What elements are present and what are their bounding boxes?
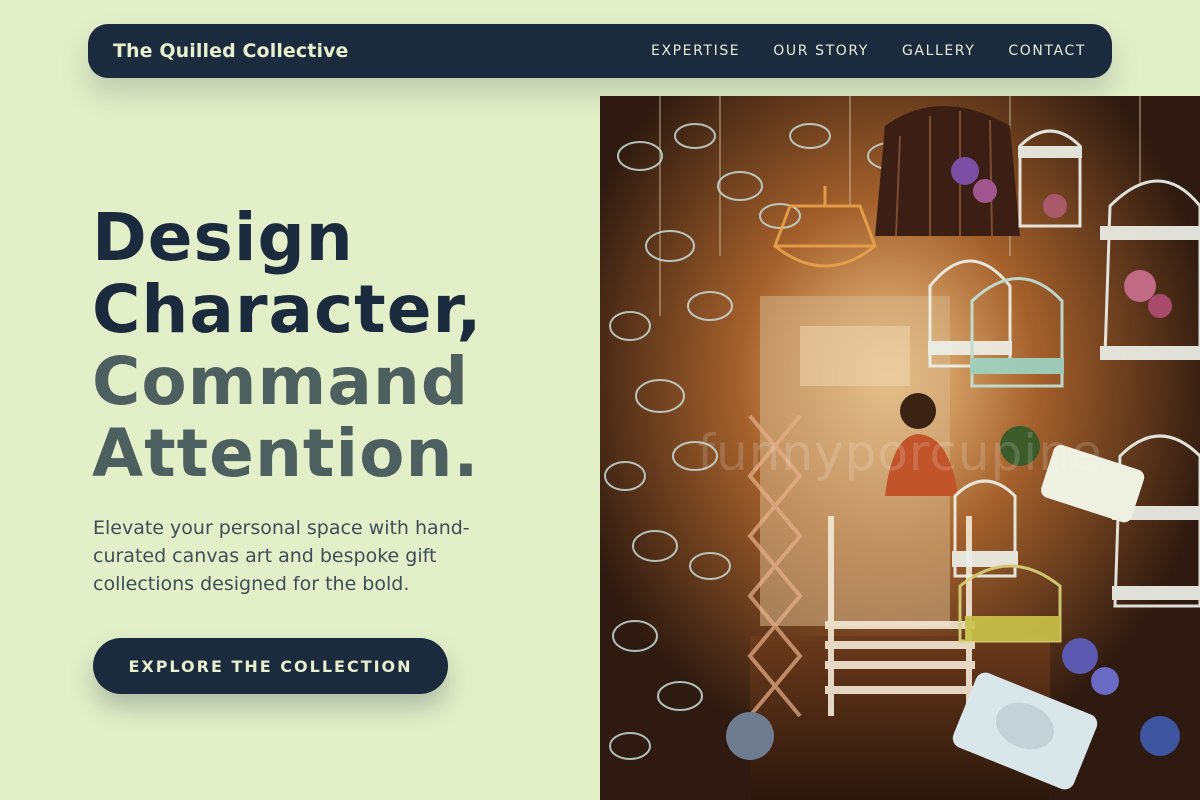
nav-link-our-story[interactable]: OUR STORY [773,43,869,59]
photo-watermark: funnyporcupine [697,424,1103,482]
hero-title: Design Character, Command Attention. [92,202,482,490]
top-navbar: The Quilled Collective EXPERTISE OUR STO… [88,24,1112,78]
hero-title-line-4: Attention. [92,415,480,492]
hero-title-line-2: Character, [92,271,483,348]
hero-photo-birdcages: funnyporcupine [600,96,1200,800]
nav-link-contact[interactable]: CONTACT [1008,43,1086,59]
hero-title-line-3: Command [92,343,470,420]
nav-link-expertise[interactable]: EXPERTISE [651,43,740,59]
hero-subtitle: Elevate your personal space with hand-cu… [93,517,470,595]
nav-links: EXPERTISE OUR STORY GALLERY CONTACT [651,43,1086,59]
brand-logo[interactable]: The Quilled Collective [113,40,349,62]
explore-collection-button[interactable]: EXPLORE THE COLLECTION [93,638,448,694]
nav-link-gallery[interactable]: GALLERY [902,43,975,59]
hero-title-line-1: Design [92,199,354,276]
